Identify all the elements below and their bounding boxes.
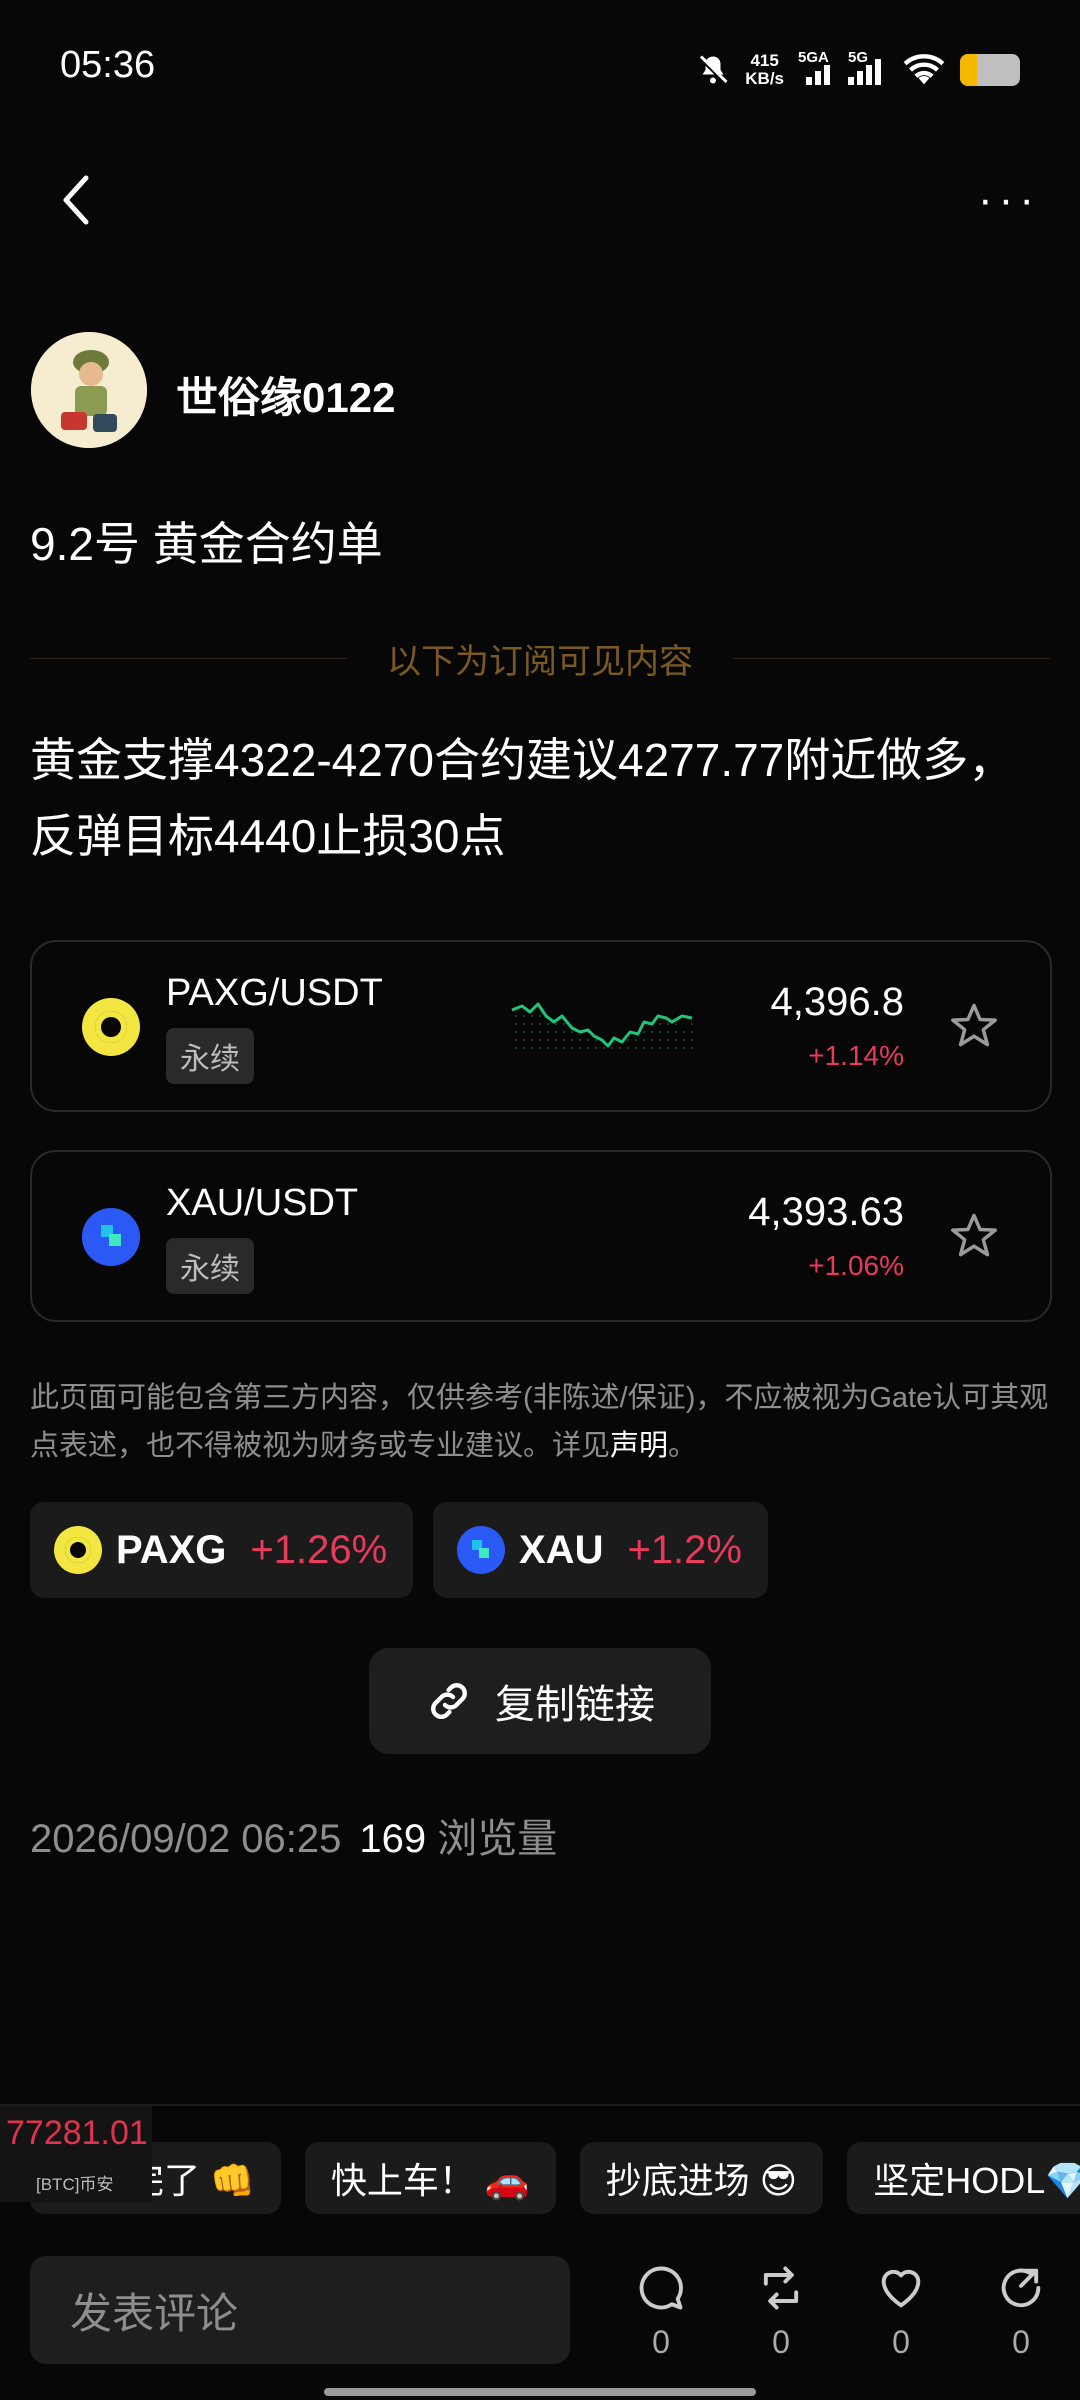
status-time: 05:36: [60, 44, 156, 86]
market-price: 4,393.63: [748, 1190, 904, 1234]
paxg-coin-icon: [82, 998, 140, 1056]
sparkline-chart: [511, 1002, 697, 1052]
author-name[interactable]: 世俗缘0122: [176, 364, 395, 425]
signal-5ga-icon: 5GA: [798, 49, 834, 85]
btc-price-ticker[interactable]: 77281.01 [BTC]币安: [0, 2106, 152, 2202]
xau-coin-icon: [457, 1526, 505, 1574]
network-speed: 415 KB/s: [745, 51, 784, 88]
market-price: 4,396.8: [770, 980, 904, 1024]
ticker-label: [BTC]币安: [36, 2175, 114, 2194]
repost-icon: [763, 2266, 799, 2310]
battery-icon: [960, 54, 1020, 86]
wifi-icon: [903, 54, 945, 85]
status-icons: 415 KB/s 5GA 5G: [695, 44, 1020, 96]
comment-input[interactable]: 发表评论: [30, 2256, 570, 2364]
home-indicator[interactable]: [324, 2388, 756, 2396]
star-icon[interactable]: [948, 1000, 1000, 1052]
ticker-value: 77281.01: [6, 2114, 148, 2152]
link-icon: [431, 1683, 467, 1719]
like-button[interactable]: 0: [866, 2262, 936, 2361]
disclaimer: 此页面可能包含第三方内容，仅供参考(非陈述/保证)，不应被视为Gate认可其观点…: [30, 1382, 1049, 1462]
share-icon: [1001, 2268, 1041, 2308]
coin-chip-paxg[interactable]: PAXG +1.26%: [30, 1502, 414, 1598]
battery-level: [960, 54, 977, 86]
comment-button[interactable]: 0: [626, 2262, 696, 2361]
market-change: +1.06%: [808, 1250, 904, 1281]
heart-icon: [881, 2269, 921, 2308]
repost-button[interactable]: 0: [746, 2262, 816, 2361]
subscriber-divider: 以下为订阅可见内容: [30, 635, 1050, 681]
contract-tag: 永续: [166, 1238, 254, 1294]
quick-reply[interactable]: 坚定HODL💎: [847, 2142, 1080, 2214]
market-card-xau[interactable]: XAU/USDT 永续 4,393.63 +1.06%: [30, 1150, 1052, 1322]
quick-reply-row: 冲就完了 👊 快上车！ 🚗 抄底进场 😎 坚定HODL💎: [30, 2142, 1080, 2214]
comment-icon: [639, 2266, 683, 2310]
statement-link[interactable]: 声明: [610, 1430, 668, 1462]
quick-reply[interactable]: 快上车！ 🚗: [304, 2142, 556, 2214]
post-date: 2026/09/02 06:25: [30, 1817, 342, 1861]
view-label: 浏览量: [437, 1817, 558, 1861]
view-count: 169: [359, 1817, 427, 1861]
back-arrow-icon[interactable]: [56, 170, 96, 230]
coin-chip-xau[interactable]: XAU +1.2%: [433, 1502, 768, 1598]
market-pair: PAXG/USDT: [166, 972, 383, 1014]
signal-5g-icon: 5G: [848, 49, 888, 85]
post-content: 黄金支撑4322-4270合约建议4277.77附近做多，反弹目标4440止损3…: [30, 734, 1015, 862]
market-card-paxg[interactable]: PAXG/USDT 永续 4,396.8 +1.14%: [30, 940, 1052, 1112]
quick-reply[interactable]: 抄底进场 😎: [579, 2142, 824, 2214]
mute-bell-icon: [698, 54, 729, 86]
market-pair: XAU/USDT: [166, 1182, 359, 1224]
bottom-divider: [0, 2104, 1080, 2106]
post-title: 9.2号 黄金合约单: [30, 518, 383, 570]
more-options-icon[interactable]: ···: [978, 175, 1040, 225]
avatar[interactable]: [31, 332, 147, 448]
copy-link-button[interactable]: 复制链接: [369, 1648, 711, 1754]
paxg-coin-icon: [54, 1526, 102, 1574]
contract-tag: 永续: [166, 1028, 254, 1084]
share-button[interactable]: 0: [986, 2262, 1056, 2361]
xau-coin-icon: [82, 1208, 140, 1266]
market-change: +1.14%: [808, 1040, 904, 1071]
star-icon[interactable]: [948, 1210, 1000, 1262]
post-meta: 2026/09/02 06:25 169 浏览量: [30, 1806, 557, 1864]
